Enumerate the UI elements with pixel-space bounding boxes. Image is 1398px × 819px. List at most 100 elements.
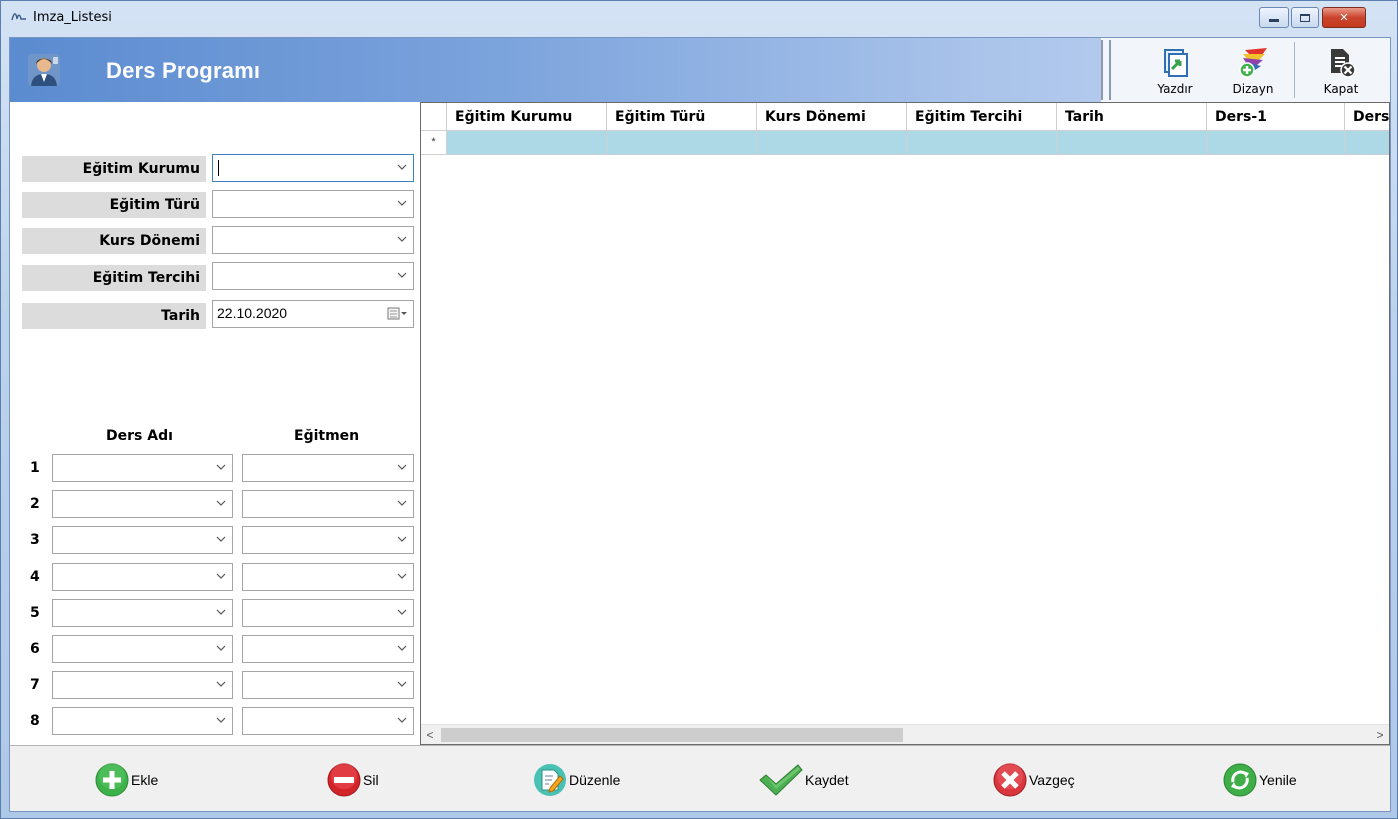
trainer-combo[interactable] bbox=[242, 635, 414, 663]
scroll-left-button[interactable]: < bbox=[421, 725, 439, 744]
add-button[interactable]: Ekle bbox=[94, 762, 158, 798]
cancel-x-icon bbox=[993, 763, 1027, 797]
schedule-row-number: 6 bbox=[30, 641, 40, 657]
course-period-combo[interactable] bbox=[212, 226, 414, 254]
grid-cell[interactable] bbox=[1345, 131, 1389, 155]
close-label: Kapat bbox=[1323, 82, 1359, 96]
print-label: Yazdır bbox=[1157, 82, 1193, 96]
data-grid[interactable]: Eğitim Kurumu Eğitim Türü Kurs Dönemi Eğiti… bbox=[420, 102, 1390, 745]
grid-cell[interactable] bbox=[1207, 131, 1345, 155]
grid-column-header[interactable]: Eğitim Türü bbox=[607, 103, 757, 131]
print-icon bbox=[1164, 49, 1188, 77]
course-name-combo[interactable] bbox=[52, 598, 233, 627]
date-picker[interactable]: 22.10.2020 bbox=[212, 300, 414, 328]
course-name-combo[interactable] bbox=[52, 671, 233, 700]
delete-button[interactable]: Sil bbox=[326, 762, 379, 798]
refresh-label: Yenile bbox=[1259, 772, 1297, 788]
chevron-down-icon bbox=[216, 536, 226, 543]
course-name-combo[interactable] bbox=[52, 526, 233, 555]
course-name-combo[interactable] bbox=[52, 707, 233, 736]
grid-cell[interactable] bbox=[757, 131, 907, 155]
minimize-icon bbox=[1269, 19, 1279, 22]
trainer-combo[interactable] bbox=[242, 671, 414, 700]
schedule-row-number: 5 bbox=[30, 604, 40, 621]
close-button[interactable]: ✕ bbox=[1322, 7, 1366, 28]
grid-cell[interactable] bbox=[1057, 131, 1207, 155]
design-button[interactable]: Dizayn bbox=[1218, 42, 1288, 100]
chevron-down-icon bbox=[216, 609, 226, 615]
education-type-combo[interactable] bbox=[212, 190, 414, 218]
course-name-combo[interactable] bbox=[52, 562, 233, 591]
maximize-icon bbox=[1300, 13, 1310, 22]
grid-new-row[interactable]: * bbox=[421, 131, 1389, 155]
page-title: Ders Programı bbox=[106, 58, 261, 83]
horizontal-scrollbar[interactable]: < > bbox=[421, 724, 1389, 744]
grid-column-header[interactable]: Ders-1 bbox=[1207, 103, 1345, 131]
chevron-down-icon bbox=[397, 681, 407, 688]
refresh-icon bbox=[1223, 763, 1257, 797]
schedule-row-number: 8 bbox=[30, 713, 40, 730]
trainer-combo[interactable] bbox=[242, 598, 414, 627]
date-value: 22.10.2020 bbox=[217, 305, 288, 321]
grid-column-header[interactable]: Tarih bbox=[1057, 103, 1207, 131]
client-area: Ders Programı Yazdır Dizayn Kapat Eğitim… bbox=[9, 37, 1391, 812]
trainer-combo[interactable] bbox=[242, 562, 414, 591]
trainer-combo[interactable] bbox=[242, 454, 414, 482]
institution-combo[interactable] bbox=[212, 154, 414, 182]
chevron-down-icon bbox=[216, 464, 226, 470]
date-label: Tarih bbox=[22, 303, 206, 329]
cancel-button[interactable]: Vazgeç bbox=[992, 762, 1075, 798]
checkmark-icon bbox=[759, 764, 803, 796]
app-window: Imza_Listesi ✕ Ders Programı Yazdır Diza… bbox=[0, 0, 1398, 819]
grid-cell[interactable] bbox=[607, 131, 757, 155]
trainer-combo[interactable] bbox=[242, 707, 414, 736]
chevron-down-icon bbox=[397, 464, 407, 470]
trainer-combo[interactable] bbox=[242, 490, 414, 519]
chevron-down-icon bbox=[216, 645, 226, 651]
form-panel: Eğitim Kurumu Eğitim Türü Kurs Dönemi Eğ… bbox=[10, 102, 420, 745]
scroll-right-button[interactable]: > bbox=[1371, 725, 1389, 744]
grid-cell[interactable] bbox=[907, 131, 1057, 155]
chevron-down-icon bbox=[216, 681, 226, 688]
chevron-down-icon bbox=[397, 717, 407, 724]
calendar-dropdown-icon[interactable] bbox=[387, 307, 409, 321]
new-row-marker: * bbox=[421, 131, 447, 155]
scroll-thumb[interactable] bbox=[441, 728, 903, 742]
course-name-header: Ders Adı bbox=[106, 428, 173, 444]
schedule-row-number: 7 bbox=[30, 677, 40, 694]
chevron-down-icon bbox=[216, 500, 226, 507]
chevron-down-icon bbox=[397, 500, 407, 507]
add-label: Ekle bbox=[131, 772, 159, 788]
user-avatar-icon bbox=[26, 52, 62, 88]
course-name-combo[interactable] bbox=[52, 454, 233, 482]
schedule-row-number: 3 bbox=[30, 532, 40, 549]
window-title: Imza_Listesi bbox=[33, 10, 112, 25]
cancel-label: Vazgeç bbox=[1029, 772, 1075, 788]
chevron-down-icon bbox=[397, 236, 407, 242]
delete-label: Sil bbox=[363, 772, 379, 788]
refresh-button[interactable]: Yenile bbox=[1222, 762, 1297, 798]
grid-column-header[interactable]: Ders-2 bbox=[1345, 103, 1389, 131]
minimize-button[interactable] bbox=[1259, 7, 1289, 28]
title-bar: Imza_Listesi ✕ bbox=[1, 1, 1397, 37]
education-preference-combo[interactable] bbox=[212, 262, 414, 290]
schedule-row-number: 1 bbox=[30, 460, 40, 476]
chevron-down-icon bbox=[216, 573, 226, 579]
toolbar-grip[interactable] bbox=[1101, 40, 1111, 100]
save-button[interactable]: Kaydet bbox=[758, 762, 849, 798]
grid-column-header[interactable]: Kurs Dönemi bbox=[757, 103, 907, 131]
course-name-combo[interactable] bbox=[52, 490, 233, 519]
toolbar-close-button[interactable]: Kapat bbox=[1306, 42, 1376, 100]
edit-button[interactable]: Düzenle bbox=[532, 762, 620, 798]
grid-cell[interactable] bbox=[447, 131, 607, 155]
course-name-combo[interactable] bbox=[52, 635, 233, 663]
grid-column-header[interactable]: Eğitim Tercihi bbox=[907, 103, 1057, 131]
print-button[interactable]: Yazdır bbox=[1140, 42, 1210, 100]
chevron-down-icon bbox=[216, 717, 226, 724]
grid-column-header[interactable]: Eğitim Kurumu bbox=[447, 103, 607, 131]
close-icon: ✕ bbox=[1339, 11, 1349, 24]
maximize-button[interactable] bbox=[1291, 7, 1319, 28]
grid-corner[interactable] bbox=[421, 103, 447, 131]
trainer-combo[interactable] bbox=[242, 526, 414, 555]
action-bar: Ekle Sil Düzenle Kaydet Vazgeç Yenile bbox=[10, 745, 1390, 811]
